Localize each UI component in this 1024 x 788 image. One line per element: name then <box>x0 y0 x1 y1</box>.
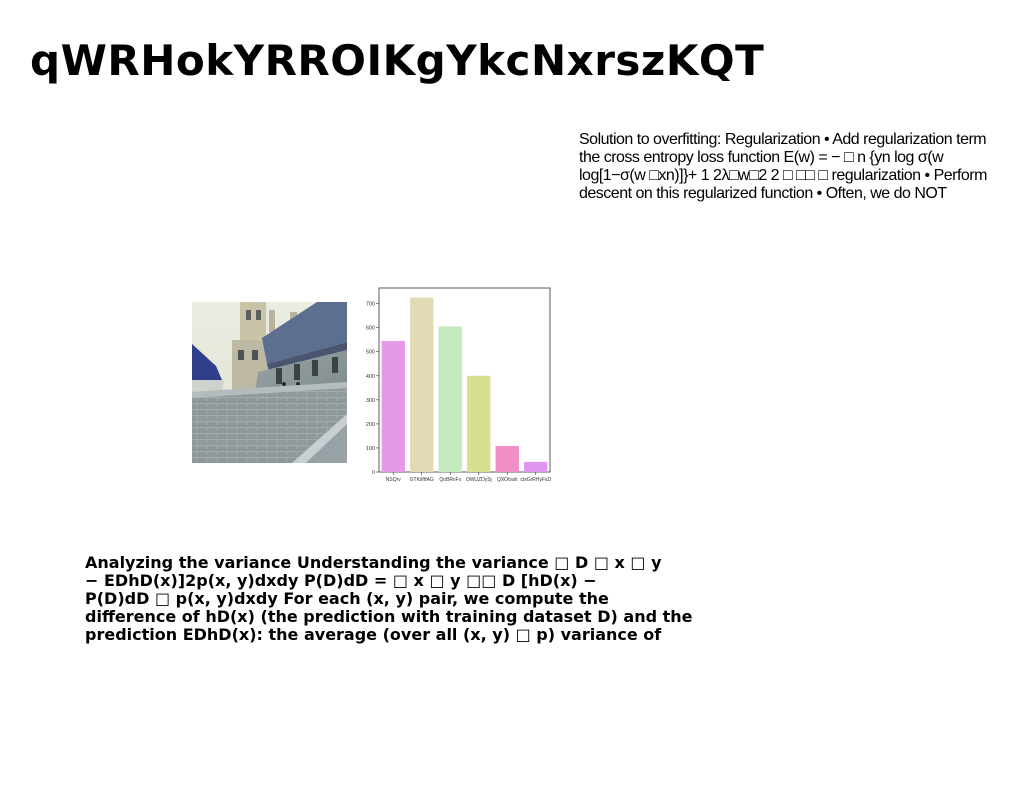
text-line: Analyzing the variance Understanding the… <box>85 554 662 572</box>
y-tick-label: 0 <box>372 470 375 476</box>
regularization-text: Solution to overfitting: Regularization … <box>579 131 1019 203</box>
slide-title: qWRHokYRROIKgYkcNxrszKQT <box>30 36 765 85</box>
x-tick-label: NSQrv <box>386 477 402 483</box>
x-tick-label: ctxGrRHyFsD <box>520 477 551 483</box>
bar-QoBRvFx <box>438 326 462 472</box>
bar-QXOtvah <box>495 446 519 472</box>
bar-GTKiIftfAG <box>410 297 434 472</box>
text-line: log[1−σ(w □xn)]}+ 1 2λ□w□2 2 □ □□ □ regu… <box>579 167 987 184</box>
variance-text: Analyzing the variance Understanding the… <box>85 554 695 644</box>
text-line: − EDhD(x)]2p(x, y)dxdy P(D)dD = □ x □ y … <box>85 571 597 590</box>
y-tick-label: 600 <box>366 326 375 332</box>
text-line: Solution to overfitting: Regularization … <box>579 131 987 148</box>
x-tick-label: OWUZDySj <box>466 477 492 483</box>
text-line: the cross entropy loss function E(w) = −… <box>579 149 944 166</box>
x-tick-label: QXOtvah <box>497 477 518 483</box>
y-tick-label: 500 <box>366 350 375 356</box>
bar-ctxGrRHyFsD <box>524 461 548 472</box>
y-tick-label: 200 <box>366 422 375 428</box>
x-tick-label: QoBRvFx <box>439 477 461 483</box>
building-photo <box>192 302 347 463</box>
bar-NSQrv <box>381 340 405 472</box>
bar-OWUZDySj <box>467 375 491 472</box>
text-line: P(D)dD □ p(x, y)dxdy For each (x, y) pai… <box>85 589 609 608</box>
x-tick-label: GTKiIftfAG <box>410 477 434 483</box>
y-tick-label: 100 <box>366 446 375 452</box>
text-line: difference of hD(x) (the prediction with… <box>85 607 693 626</box>
text-line: descent on this regularized function • O… <box>579 185 947 202</box>
bar-chart: 0 100 200 300 400 500 600 700 NSQrv GTKiIftfAG QoB… <box>362 283 552 487</box>
y-tick-label: 700 <box>366 302 375 308</box>
y-tick-label: 400 <box>366 374 375 380</box>
text-line: prediction EDhD(x): the average (over al… <box>85 625 662 644</box>
y-tick-label: 300 <box>366 398 375 404</box>
